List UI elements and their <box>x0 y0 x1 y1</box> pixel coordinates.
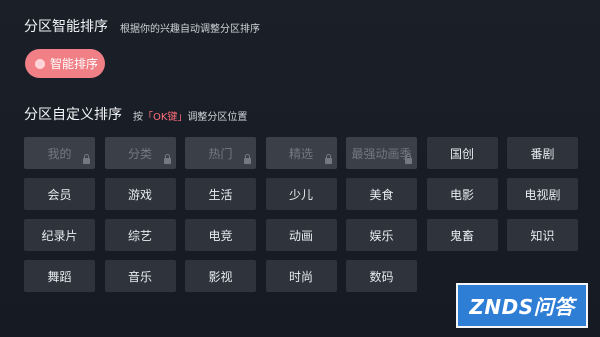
section-tile: 我的 <box>24 137 95 169</box>
section-tile-label: 我的 <box>47 146 72 161</box>
section-tile-label: 国创 <box>449 146 474 161</box>
lock-icon <box>244 154 251 164</box>
smart-sort-button[interactable]: 智能排序 <box>25 49 105 78</box>
section-tile-label: 数码 <box>369 269 394 284</box>
section-tile: 热门 <box>185 137 256 169</box>
section-tile-label: 电影 <box>449 187 474 202</box>
section-tile[interactable]: 动画 <box>265 219 337 251</box>
watermark-text: ZNDS问答 <box>469 295 575 319</box>
section-tile[interactable]: 舞蹈 <box>24 260 95 292</box>
section-tile-grid: 我的 分类 热门 精选 最强动画季 国创 番剧会员 游戏 生活 少儿 美食 电影 电视剧纪录片 综艺 电竞 动… <box>24 137 578 292</box>
section-tile[interactable]: 纪录片 <box>24 219 95 251</box>
section-tile[interactable]: 数码 <box>346 260 417 292</box>
section-tile[interactable]: 会员 <box>24 178 95 210</box>
section-tile[interactable]: 少儿 <box>265 178 337 210</box>
section-tile[interactable]: 电视剧 <box>507 178 578 210</box>
section-tile-label: 会员 <box>47 187 72 202</box>
section-tile-label: 电竞 <box>208 228 233 243</box>
section-tile[interactable]: 国创 <box>426 137 498 169</box>
smart-sort-title: 分区智能排序 <box>24 19 108 35</box>
section-tile-label: 最强动画季 <box>351 146 412 161</box>
section-tile[interactable]: 游戏 <box>104 178 176 210</box>
section-tile: 精选 <box>265 137 337 169</box>
section-tile[interactable]: 娱乐 <box>346 219 417 251</box>
smart-sort-description: 根据你的兴趣自动调整分区排序 <box>120 24 260 35</box>
section-tile-label: 知识 <box>530 228 555 243</box>
section-tile-label: 生活 <box>208 187 233 202</box>
section-tile[interactable]: 电竞 <box>185 219 256 251</box>
section-tile[interactable]: 番剧 <box>507 137 578 169</box>
section-tile[interactable]: 知识 <box>507 219 578 251</box>
section-tile-label: 游戏 <box>127 187 152 202</box>
section-tile-label: 舞蹈 <box>47 269 72 284</box>
hint-prefix: 按 <box>133 112 143 123</box>
section-tile-label: 动画 <box>288 228 313 243</box>
section-tile-label: 少儿 <box>288 187 313 202</box>
hint-suffix: 调整分区位置 <box>187 112 248 123</box>
lock-icon <box>83 154 90 164</box>
section-tile-label: 美食 <box>369 187 394 202</box>
section-tile-label: 影视 <box>208 269 233 284</box>
section-tile[interactable]: 电影 <box>426 178 498 210</box>
smart-sort-button-label: 智能排序 <box>50 57 99 71</box>
section-tile-label: 鬼畜 <box>449 228 474 243</box>
lock-icon <box>405 154 412 164</box>
section-tile[interactable]: 生活 <box>185 178 256 210</box>
section-tile[interactable]: 鬼畜 <box>426 219 498 251</box>
znds-watermark-logo: ZNDS问答 <box>456 283 588 328</box>
radio-dot-icon <box>35 58 45 69</box>
section-tile[interactable]: 时尚 <box>265 260 337 292</box>
lock-icon <box>324 154 332 164</box>
section-tile-label: 番剧 <box>530 146 555 161</box>
hint-ok-key: 「OK键」 <box>143 112 188 123</box>
section-tile[interactable]: 影视 <box>185 260 256 292</box>
section-tile[interactable]: 综艺 <box>104 219 176 251</box>
section-tile-label: 电视剧 <box>524 187 561 202</box>
section-tile-label: 娱乐 <box>369 228 394 243</box>
section-tile[interactable]: 美食 <box>346 178 417 210</box>
section-tile-label: 综艺 <box>127 228 152 243</box>
section-tile-label: 纪录片 <box>41 228 78 243</box>
section-tile-label: 音乐 <box>127 269 152 284</box>
lock-icon <box>163 154 171 164</box>
section-tile-label: 精选 <box>288 146 313 161</box>
section-tile-label: 分类 <box>127 146 152 161</box>
custom-sort-title: 分区自定义排序 <box>24 107 122 123</box>
section-tile-label: 时尚 <box>288 269 313 284</box>
section-tile: 最强动画季 <box>346 137 417 169</box>
section-tile-label: 热门 <box>208 146 233 161</box>
section-tile[interactable]: 音乐 <box>104 260 176 292</box>
section-tile: 分类 <box>104 137 176 169</box>
custom-sort-hint: 按「OK键」调整分区位置 <box>133 108 247 123</box>
